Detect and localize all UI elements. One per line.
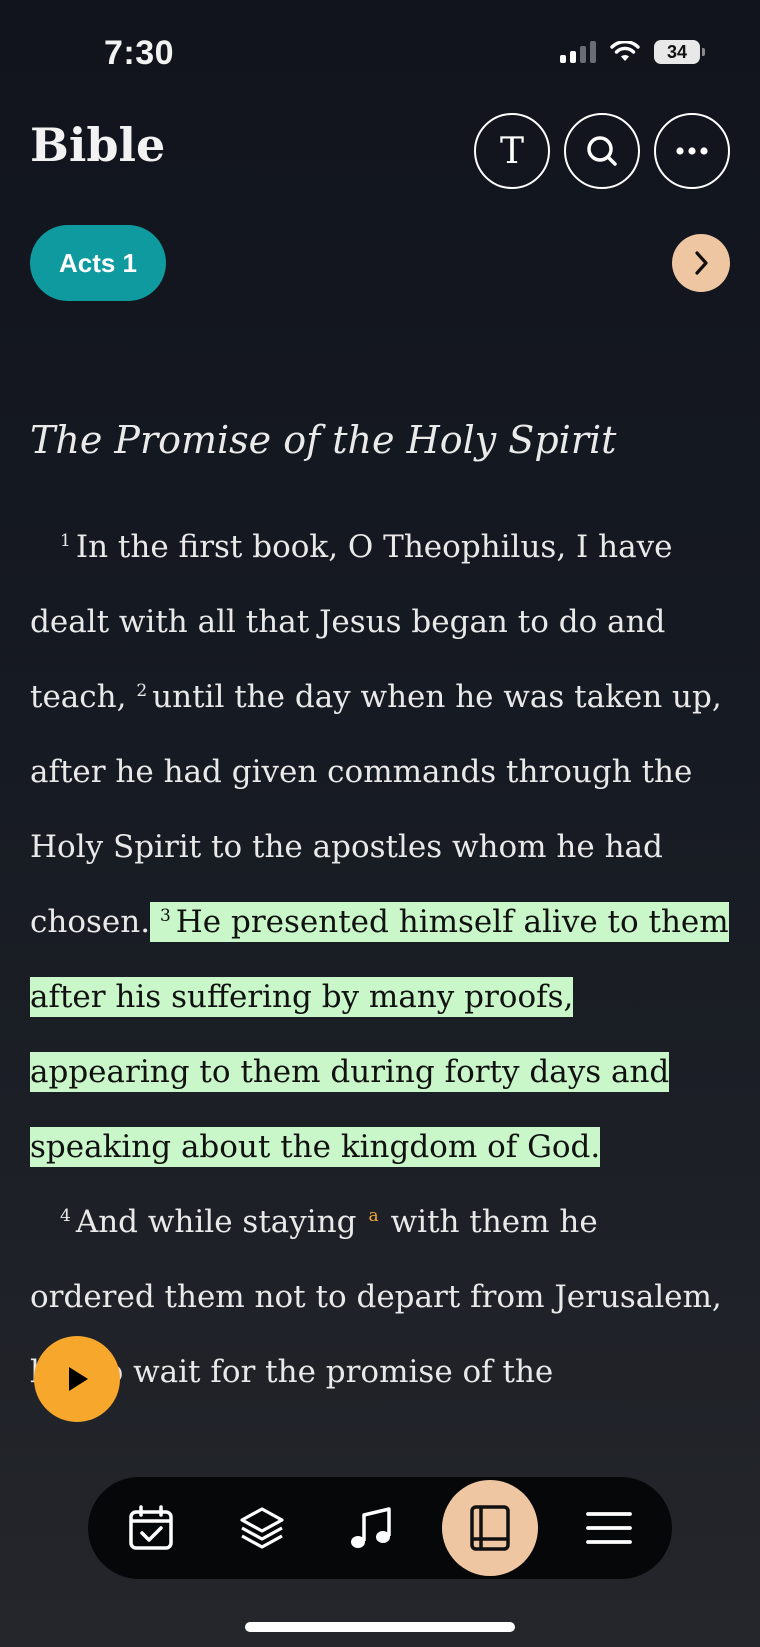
- highlighted-verse[interactable]: 3 He presented himself alive to them afte…: [30, 902, 729, 1167]
- play-icon: [69, 1367, 88, 1391]
- passage-text: 1 In the first book, O Theophilus, I have…: [30, 510, 730, 1410]
- wifi-icon: [610, 41, 640, 61]
- footnote-marker[interactable]: a: [369, 1206, 379, 1226]
- nav-layers[interactable]: [222, 1488, 302, 1568]
- paragraph-1: 1 In the first book, O Theophilus, I have…: [30, 510, 730, 1185]
- status-time: 7:30: [104, 34, 175, 72]
- section-heading: The Promise of the Holy Spirit: [30, 418, 617, 462]
- next-chapter-button[interactable]: [672, 234, 730, 292]
- calendar-check-icon: [129, 1505, 173, 1550]
- search-button[interactable]: [564, 113, 640, 189]
- verse-number: 1: [60, 530, 71, 551]
- bottom-navigation: [88, 1477, 672, 1579]
- nav-bible[interactable]: [442, 1480, 539, 1576]
- verse-number: 3: [159, 905, 171, 926]
- verse-number: 2: [136, 680, 148, 701]
- layers-icon: [239, 1507, 284, 1549]
- text-settings-icon: T: [499, 130, 524, 172]
- verse-text[interactable]: And while staying: [76, 1204, 357, 1240]
- menu-icon: [585, 1512, 632, 1544]
- bible-reader-screen: 7:30 34 Bible T Acts 1 The Promise of th…: [0, 0, 760, 1647]
- nav-music[interactable]: [332, 1488, 412, 1568]
- chapter-selector-button[interactable]: Acts 1: [30, 225, 166, 301]
- page-title: Bible: [30, 118, 166, 172]
- nav-plans[interactable]: [111, 1488, 191, 1568]
- nav-menu[interactable]: [569, 1488, 649, 1568]
- verse-text[interactable]: until the day when he was taken up, afte…: [30, 679, 722, 940]
- search-icon: [587, 136, 617, 166]
- music-note-icon: [350, 1507, 391, 1548]
- chevron-right-icon: [695, 251, 708, 275]
- more-button[interactable]: [654, 113, 730, 189]
- text-settings-button[interactable]: T: [474, 113, 550, 189]
- play-audio-button[interactable]: [34, 1336, 120, 1422]
- home-indicator[interactable]: [245, 1622, 515, 1632]
- book-icon: [470, 1505, 511, 1551]
- verse-number: 4: [60, 1205, 71, 1226]
- cellular-signal-icon: [560, 41, 596, 63]
- battery-icon: 34: [654, 40, 705, 64]
- status-indicators: 34: [560, 40, 705, 64]
- more-icon: [676, 147, 708, 155]
- verse-text: He presented himself alive to them after…: [30, 904, 729, 1165]
- paragraph-2: 4 And while staying a with them he ordered …: [30, 1185, 730, 1410]
- header-actions: T: [474, 113, 730, 189]
